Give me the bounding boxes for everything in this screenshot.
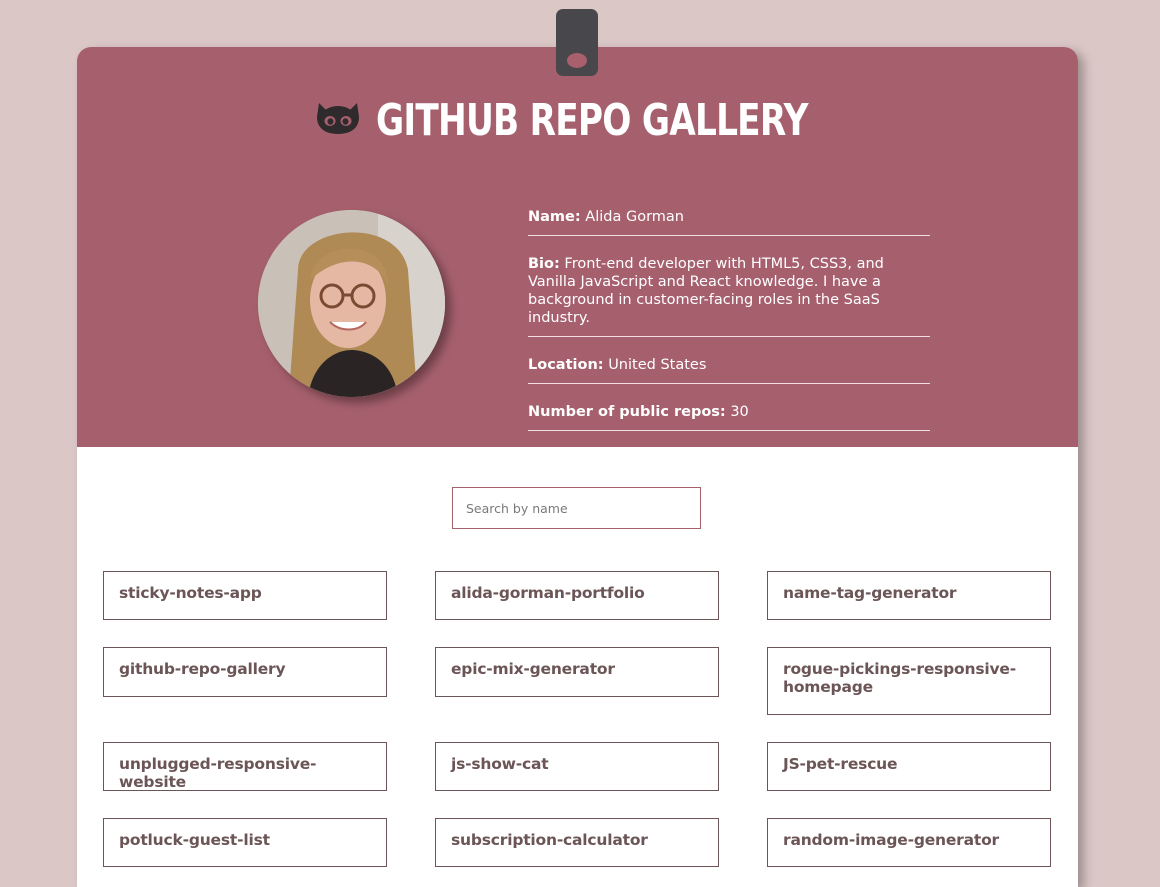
profile-header: GITHUB REPO GALLERY Name: Alida Gorman B… <box>77 47 1078 447</box>
badge-clip-icon <box>556 9 598 76</box>
profile-name: Alida Gorman <box>585 209 684 225</box>
search-input[interactable] <box>452 487 701 529</box>
location-label: Location: <box>528 357 604 373</box>
repo-card[interactable]: epic-mix-generator <box>435 647 719 697</box>
repo-card[interactable]: github-repo-gallery <box>103 647 387 697</box>
profile-name-row: Name: Alida Gorman <box>528 197 930 236</box>
repo-card[interactable]: alida-gorman-portfolio <box>435 571 719 620</box>
repos-count: 30 <box>730 404 749 420</box>
repo-card[interactable]: rogue-pickings-responsive-homepage <box>767 647 1051 715</box>
profile-location: United States <box>608 357 707 373</box>
avatar <box>258 210 445 397</box>
repo-card[interactable]: js-show-cat <box>435 742 719 791</box>
title-row: GITHUB REPO GALLERY <box>77 95 1078 146</box>
profile-repos-row: Number of public repos: 30 <box>528 392 930 431</box>
name-label: Name: <box>528 209 581 225</box>
page-title: GITHUB REPO GALLERY <box>376 95 809 146</box>
repo-card[interactable]: sticky-notes-app <box>103 571 387 620</box>
badge-clip-hole <box>567 53 587 68</box>
repo-card[interactable]: JS-pet-rescue <box>767 742 1051 791</box>
profile-bio: Front-end developer with HTML5, CSS3, an… <box>528 256 884 326</box>
profile-location-row: Location: United States <box>528 345 930 384</box>
repos-count-label: Number of public repos: <box>528 404 726 420</box>
repo-card[interactable]: name-tag-generator <box>767 571 1051 620</box>
gallery-card: GITHUB REPO GALLERY Name: Alida Gorman B… <box>77 47 1078 887</box>
repo-card[interactable]: unplugged-responsive-website <box>103 742 387 791</box>
profile-bio-row: Bio: Front-end developer with HTML5, CSS… <box>528 244 930 337</box>
profile-info: Name: Alida Gorman Bio: Front-end develo… <box>528 197 930 439</box>
bio-label: Bio: <box>528 256 560 272</box>
github-octocat-icon <box>315 97 361 139</box>
